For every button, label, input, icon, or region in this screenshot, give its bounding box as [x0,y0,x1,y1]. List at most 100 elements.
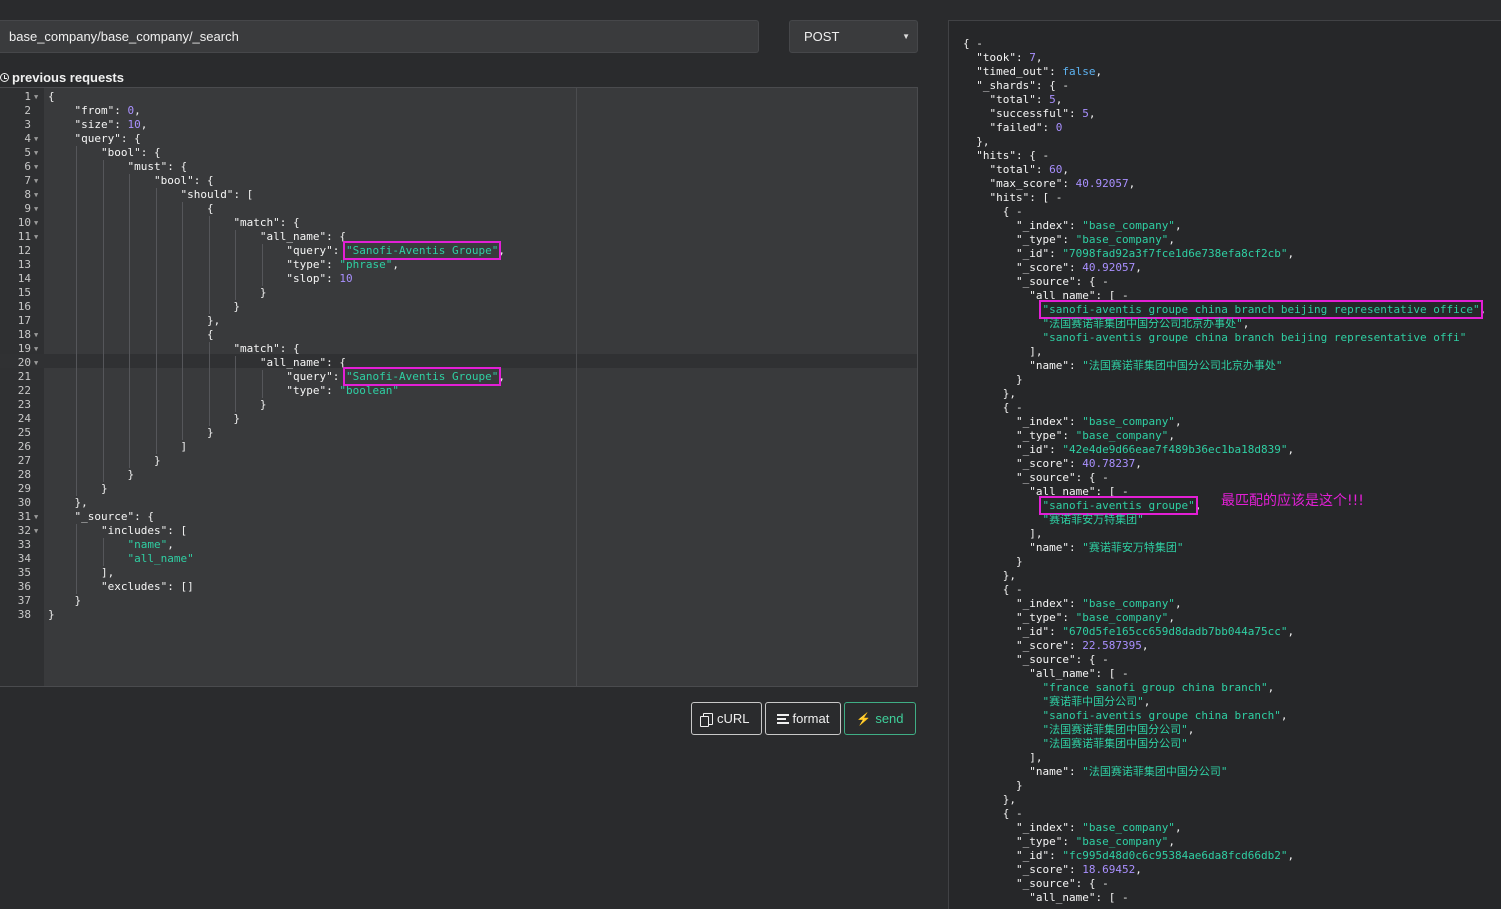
code-line: 29 } [0,482,917,496]
response-line: "_index": "base_company", [1015,219,1182,232]
fold-toggle-icon[interactable]: ▼ [34,216,38,230]
code-line: 36 "excludes": [] [0,580,917,594]
line-number: 29 [17,482,31,495]
line-number: 35 [17,566,31,579]
line-number: 22 [17,384,31,397]
line-number: 34 [17,552,31,565]
code-line: 23 } [0,398,917,412]
code-line: 18 ▼ { [0,328,917,342]
fold-toggle-icon[interactable]: ▼ [34,524,38,538]
response-line: "_source": { - [1015,471,1109,484]
code-text: } [48,412,241,425]
response-line: "name": "赛诺菲安万特集团" [1029,541,1184,554]
code-text: { [48,328,214,341]
line-number: 3 [24,118,31,131]
code-line: 20 ▼ "all_name": { [0,356,917,370]
code-text: ], [48,566,115,579]
response-line: "all_name": [ - [1029,667,1129,680]
history-icon [0,73,9,82]
fold-toggle-icon[interactable]: ▼ [34,188,38,202]
code-text: "slop": 10 [286,272,353,285]
previous-requests-label: previous requests [12,70,124,85]
line-number: 20 [17,356,31,369]
previous-requests-link[interactable]: previous requests [0,70,124,85]
code-line: 22 "type": "boolean" [0,384,917,398]
annotation-note: 最匹配的应该是这个!!! [1221,493,1364,509]
code-line: 12 "query": "Sanofi-Aventis Groupe", [0,241,917,260]
code-line: 6 ▼ "must": { [0,160,917,174]
response-line: { - [963,401,1023,414]
code-text: "excludes": [] [100,580,194,593]
code-line: 33 "name", [0,538,917,552]
response-line: "_index": "base_company", [1015,821,1182,834]
format-button[interactable]: format [764,702,842,735]
fold-toggle-icon[interactable]: ▼ [34,356,38,370]
response-line: "successful": 5, [989,107,1096,120]
fold-toggle-icon[interactable]: ▼ [34,146,38,160]
fold-toggle-icon[interactable]: ▼ [34,342,38,356]
response-line: "_id": "fc995d48d0c6c95384ae6da8fcd66db2… [1015,849,1295,862]
fold-toggle-icon[interactable]: ▼ [34,328,38,342]
request-body-editor[interactable]: 1 ▼{2 "from": 0, 3 "size": 10, 4 ▼ "query": … [0,87,918,687]
method-select[interactable]: POST ▼ [789,20,918,53]
line-number: 13 [17,258,31,271]
response-line: "_source": { - [1015,877,1109,890]
response-line: "took": 7, [976,51,1043,64]
response-line: "sanofi-aventis groupe china branch beij… [1042,331,1467,344]
line-number: 2 [24,104,31,117]
response-line: "sanofi-aventis groupe", [1039,496,1202,515]
code-line: 31 ▼ "_source": { [0,510,917,524]
highlight-box: "sanofi-aventis groupe china branch beij… [1039,300,1483,319]
code-text: } [48,398,267,411]
fold-toggle-icon[interactable]: ▼ [34,510,38,524]
code-text: "bool": { [100,146,161,159]
code-text: "type": "phrase", [286,258,400,271]
code-text: "size": 10, [74,118,148,131]
response-line: "all_name": [ - [1029,485,1129,498]
response-line: "_score": 40.78237, [1015,457,1142,470]
code-text: }, [48,314,221,327]
response-line: }, [963,135,990,148]
code-line: 19 ▼ "match": { [0,342,917,356]
code-line: 24 } [0,412,917,426]
chevron-down-icon: ▼ [902,32,910,41]
response-line: "total": 5, [989,93,1063,106]
line-number: 25 [17,426,31,439]
response-line: ], [963,751,1043,764]
response-line: } [963,373,1023,386]
response-line: ], [963,527,1043,540]
send-button[interactable]: ⚡ send [844,702,916,735]
fold-toggle-icon[interactable]: ▼ [34,202,38,216]
code-line: 37 } [0,594,917,608]
line-number: 16 [17,300,31,313]
line-number: 19 [17,342,31,355]
action-buttons: cURL format ⚡ send [691,702,916,735]
line-number: 7 [24,174,31,187]
code-text: } [48,468,135,481]
response-line: "_index": "base_company", [1015,597,1182,610]
fold-toggle-icon[interactable]: ▼ [34,174,38,188]
fold-toggle-icon[interactable]: ▼ [34,90,38,104]
line-number: 15 [17,286,31,299]
response-line: "max_score": 40.92057, [989,177,1136,190]
fold-toggle-icon[interactable]: ▼ [34,160,38,174]
code-text: "bool": { [153,174,214,187]
response-panel[interactable]: { - "took": 7, "timed_out": false, "_sha… [948,20,1501,909]
line-number: 14 [17,272,31,285]
fold-toggle-icon[interactable]: ▼ [34,230,38,244]
code-text: } [48,286,267,299]
fold-toggle-icon[interactable]: ▼ [34,132,38,146]
code-text: } [48,426,214,439]
code-line: 9 ▼ { [0,202,917,216]
line-number: 32 [17,524,31,537]
code-line: 28 } [0,468,917,482]
code-text: "query": { [74,132,141,145]
curl-button[interactable]: cURL [691,702,762,735]
line-number: 23 [17,398,31,411]
url-input[interactable] [0,20,759,53]
response-line: "all_name": [ - [1029,891,1129,904]
code-text: "must": { [127,160,188,173]
code-text: { [48,90,55,103]
response-line: ], [963,345,1043,358]
line-number: 31 [17,510,31,523]
